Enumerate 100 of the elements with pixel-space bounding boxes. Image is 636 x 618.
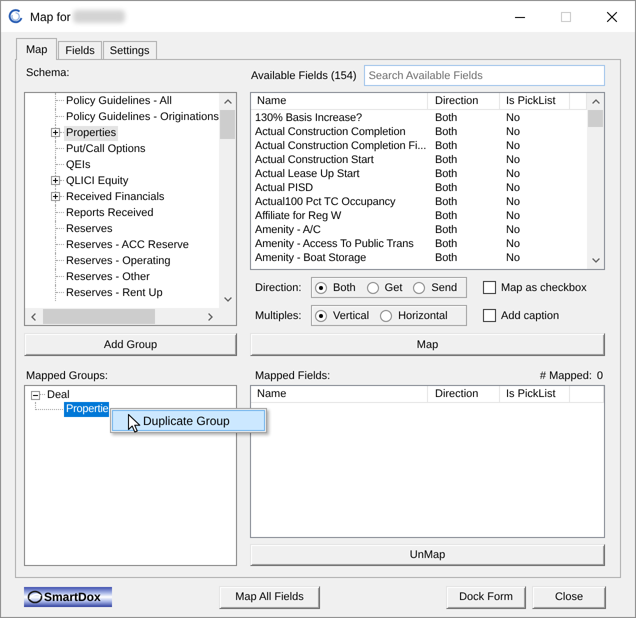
- tree-item[interactable]: Deal: [45, 388, 72, 402]
- add-group-button[interactable]: Add Group: [24, 333, 237, 356]
- column-header[interactable]: Name: [251, 93, 428, 109]
- chevron-down-icon[interactable]: [592, 258, 600, 263]
- scrollbar-thumb[interactable]: [220, 110, 235, 139]
- expand-icon[interactable]: [51, 128, 60, 137]
- column-header[interactable]: Direction: [428, 386, 500, 402]
- radio-option[interactable]: Get: [366, 282, 402, 294]
- table-cell-text: No: [505, 182, 521, 194]
- radio-icon[interactable]: [413, 282, 426, 294]
- table-cell-text: Amenity - A/C: [254, 224, 322, 236]
- radio-icon[interactable]: [366, 282, 379, 294]
- footer-button[interactable]: Dock Form: [446, 586, 526, 608]
- tree-item[interactable]: Reserves: [64, 222, 114, 236]
- tree-item[interactable]: Reserves - Operating: [64, 254, 173, 268]
- table-cell-text: Both: [434, 252, 458, 264]
- checkbox-icon[interactable]: [483, 281, 496, 294]
- radio-icon[interactable]: [315, 310, 327, 322]
- chevron-up-icon[interactable]: [224, 99, 232, 104]
- tree-item[interactable]: QEIs: [64, 158, 92, 172]
- window-title: Map for: [30, 10, 71, 24]
- tree-item[interactable]: Reports Received: [64, 206, 156, 220]
- vertical-scrollbar[interactable]: [587, 93, 604, 269]
- field-label: Direction:: [254, 282, 302, 294]
- logo-text: SmartDox: [44, 590, 101, 604]
- radio-option[interactable]: Both: [315, 282, 356, 294]
- table-cell-text: Both: [434, 140, 458, 152]
- table-cell-text: Both: [434, 196, 458, 208]
- chevron-left-icon[interactable]: [31, 312, 36, 320]
- table-cell-text: Both: [434, 126, 458, 138]
- tree-item[interactable]: Reserves - ACC Reserve: [64, 238, 191, 252]
- radio-icon[interactable]: [380, 310, 392, 322]
- table-cell-text: Both: [434, 224, 458, 236]
- table-cell-text: Actual Construction Completion Fi...: [254, 140, 428, 152]
- table-cell-text: No: [505, 238, 521, 250]
- tree-item[interactable]: Propertie: [64, 402, 110, 417]
- chevron-down-icon[interactable]: [224, 297, 232, 302]
- checkbox-option[interactable]: Map as checkbox: [483, 281, 587, 294]
- table-cell-text: No: [505, 210, 521, 222]
- unmap-button[interactable]: UnMap: [250, 544, 605, 566]
- table-cell-text: No: [505, 154, 521, 166]
- count-value: 0: [596, 370, 603, 382]
- collapse-icon[interactable]: [31, 390, 40, 400]
- table-cell-text: No: [505, 112, 521, 124]
- search-field[interactable]: Search Available Fields: [364, 65, 605, 86]
- close-icon[interactable]: [607, 12, 617, 22]
- radio-icon[interactable]: [315, 282, 327, 294]
- vertical-scrollbar[interactable]: [219, 93, 236, 308]
- tab[interactable]: Fields: [58, 41, 102, 59]
- scrollbar-thumb[interactable]: [43, 309, 155, 324]
- footer-button[interactable]: Close: [532, 586, 606, 608]
- count-label: # Mapped:: [540, 370, 592, 382]
- horizontal-scrollbar[interactable]: [25, 308, 219, 325]
- checkbox-option[interactable]: Add caption: [483, 309, 560, 322]
- table-cell-text: No: [505, 126, 521, 138]
- table-cell-text: Amenity - Boat Storage: [254, 252, 368, 264]
- tab[interactable]: Map: [16, 38, 58, 60]
- column-header[interactable]: Is PickList: [500, 386, 570, 402]
- tree-item[interactable]: Reserves - Other: [64, 270, 152, 284]
- scrollbar-thumb[interactable]: [588, 110, 603, 127]
- radio-option[interactable]: Horizontal: [380, 310, 448, 322]
- column-header[interactable]: Is PickList: [500, 93, 570, 109]
- section-label: Schema:: [25, 66, 70, 81]
- radio-option[interactable]: Vertical: [315, 310, 370, 322]
- tab[interactable]: Settings: [102, 41, 156, 59]
- tree-item[interactable]: Put/Call Options: [64, 142, 148, 156]
- table-cell-text: Both: [434, 154, 458, 166]
- table-cell-text: No: [505, 140, 521, 152]
- tree-item[interactable]: Properties: [64, 126, 118, 140]
- field-label: Multiples:: [254, 310, 302, 322]
- menu-item[interactable]: Duplicate Group: [112, 410, 265, 431]
- tree-item[interactable]: Policy Guidelines - Originations: [64, 110, 219, 124]
- map-button[interactable]: Map: [250, 333, 605, 356]
- table-cell-text: No: [505, 224, 521, 236]
- table-cell-text: Both: [434, 168, 458, 180]
- swirl-icon: [8, 9, 23, 24]
- section-label: Available Fields (154): [250, 70, 357, 82]
- table-cell-text: Actual100 Pct TC Occupancy: [254, 196, 396, 208]
- table-cell-text: Amenity - Access To Public Trans: [254, 238, 415, 250]
- radio-option[interactable]: Send: [413, 282, 458, 294]
- table-cell-text: Actual Construction Start: [254, 154, 375, 166]
- table-cell-text: Both: [434, 112, 458, 124]
- table-cell-text: No: [505, 252, 521, 264]
- table-cell-text: Both: [434, 182, 458, 194]
- chevron-up-icon[interactable]: [592, 99, 600, 104]
- checkbox-icon[interactable]: [483, 309, 496, 322]
- expand-icon[interactable]: [51, 192, 60, 201]
- tree-item[interactable]: Policy Guidelines - All: [64, 94, 174, 108]
- footer-button[interactable]: Map All Fields: [219, 586, 320, 608]
- tree-item[interactable]: QLICI Equity: [64, 174, 130, 188]
- tree-item[interactable]: Reserves - Rent Up: [64, 286, 165, 300]
- column-header[interactable]: Name: [251, 386, 428, 402]
- table-cell-text: Actual Lease Up Start: [254, 168, 360, 180]
- table-cell-text: Actual Construction Completion: [254, 126, 406, 138]
- chevron-right-icon[interactable]: [208, 312, 213, 320]
- cursor-icon: [128, 414, 141, 433]
- table-cell-text: No: [505, 168, 521, 180]
- tree-item[interactable]: Received Financials: [64, 190, 166, 204]
- expand-icon[interactable]: [51, 176, 60, 185]
- column-header[interactable]: Direction: [428, 93, 500, 109]
